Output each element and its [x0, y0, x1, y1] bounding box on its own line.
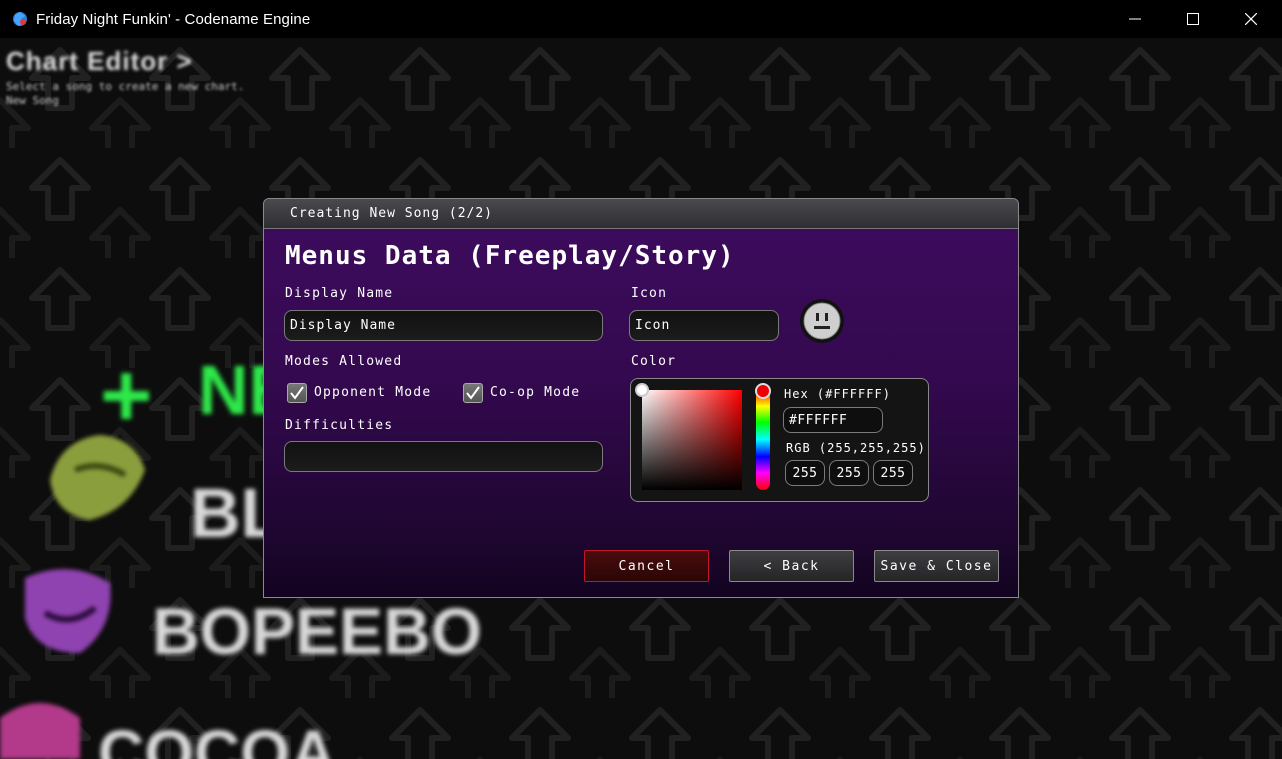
editor-title: Chart Editor > [6, 46, 193, 76]
checkmark-icon [466, 386, 480, 400]
character-icon-mom [0, 703, 80, 759]
opponent-mode-checkbox[interactable] [287, 383, 307, 403]
difficulties-label: Difficulties [285, 418, 394, 433]
app-logo-icon [11, 10, 29, 28]
hue-slider[interactable] [756, 389, 770, 490]
character-icon-dad [25, 569, 111, 653]
editor-subtitle: Select a song to create a new chart. New… [6, 80, 245, 107]
color-picker: Hex (#FFFFFF) #FFFFFF RGB (255,255,255) … [630, 378, 929, 502]
song-item-bopeebo[interactable]: BOPEEBO [152, 593, 482, 669]
red-input[interactable]: 255 [785, 460, 825, 486]
modes-allowed-label: Modes Allowed [285, 354, 403, 369]
close-icon [1245, 13, 1257, 25]
coop-mode-checkbox[interactable] [463, 383, 483, 403]
difficulties-input[interactable] [284, 441, 603, 472]
minimize-icon [1129, 18, 1141, 20]
face-icon [800, 299, 844, 343]
color-label: Color [631, 354, 677, 369]
dialog-header: Creating New Song (2/2) [264, 199, 1018, 229]
icon-label: Icon [631, 286, 668, 301]
blue-input[interactable]: 255 [873, 460, 913, 486]
title-bar: Friday Night Funkin' - Codename Engine [0, 0, 1282, 38]
back-button[interactable]: < Back [729, 550, 854, 582]
checkmark-icon [290, 386, 304, 400]
maximize-button[interactable] [1164, 0, 1222, 38]
dialog-heading: Menus Data (Freeplay/Story) [285, 241, 735, 271]
icon-input[interactable]: Icon [629, 310, 779, 341]
maximize-icon [1187, 13, 1199, 25]
save-close-button[interactable]: Save & Close [874, 550, 999, 582]
new-song-plus-icon: + [100, 346, 153, 446]
close-button[interactable] [1222, 0, 1280, 38]
display-name-label: Display Name [285, 286, 394, 301]
saturation-value-knob[interactable] [635, 383, 649, 397]
window-title: Friday Night Funkin' - Codename Engine [36, 10, 311, 28]
hex-label: Hex (#FFFFFF) [784, 387, 891, 401]
green-input[interactable]: 255 [829, 460, 869, 486]
rgb-label: RGB (255,255,255) [786, 441, 926, 455]
new-song-dialog: Creating New Song (2/2) Menus Data (Free… [263, 198, 1019, 598]
hue-slider-knob[interactable] [755, 383, 771, 399]
saturation-value-area[interactable] [642, 390, 742, 490]
minimize-button[interactable] [1106, 0, 1164, 38]
character-icon-bf [50, 435, 145, 520]
opponent-mode-label: Opponent Mode [314, 385, 432, 400]
cancel-button[interactable]: Cancel [584, 550, 709, 582]
display-name-input[interactable]: Display Name [284, 310, 603, 341]
coop-mode-label: Co-op Mode [490, 385, 581, 400]
song-item-cocoa[interactable]: COCOA [98, 716, 336, 759]
hex-input[interactable]: #FFFFFF [783, 407, 883, 433]
